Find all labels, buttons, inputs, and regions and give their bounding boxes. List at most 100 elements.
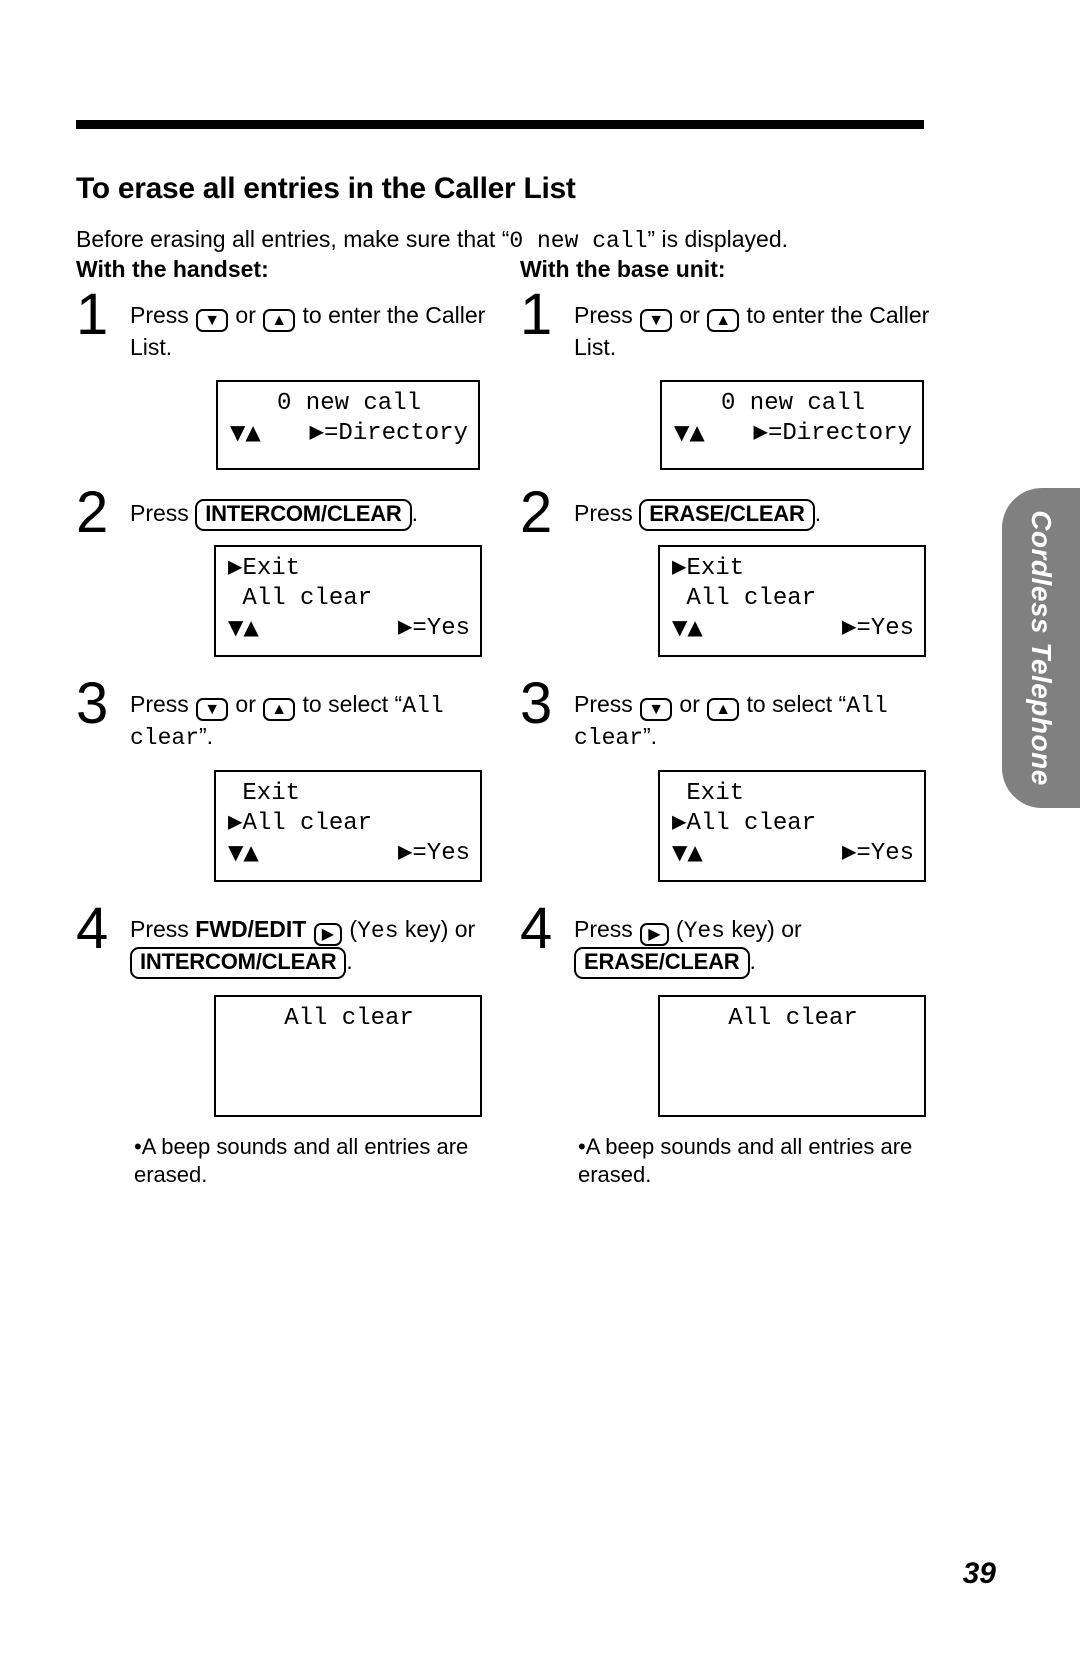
up-arrow-key-icon[interactable]: ▲	[707, 697, 740, 721]
step-instruction: Press ▼ or ▲ to enter the Caller List.	[574, 298, 960, 362]
lcd-softkey-label: ▶=Yes	[841, 839, 914, 867]
intercom-clear-key-button[interactable]: INTERCOM/CLEAR	[195, 499, 412, 531]
step-number: 3	[76, 670, 109, 736]
lcd-line: Exit	[228, 779, 301, 807]
intro-text: Before erasing all entries, make sure th…	[76, 226, 956, 254]
column-heading-base-unit: With the base unit:	[520, 256, 726, 282]
step-number: 4	[76, 895, 109, 961]
lcd-display-base-3: Exit ▶All clear ▼▲ ▶=Yes	[658, 769, 926, 882]
step-base-2: 2 Press ERASE/CLEAR. ▶Exit All clear ▼▲ ▶…	[520, 484, 960, 657]
lcd-line: 0 new call	[276, 390, 422, 418]
column-heading-handset: With the handset:	[76, 256, 269, 282]
instruction-text: .	[411, 500, 418, 527]
step-number: 2	[76, 480, 109, 546]
page-number: 39	[962, 1557, 996, 1590]
step-instruction: Press ▼ or ▲ to select “All clear”.	[574, 687, 960, 754]
lcd-updown-indicator: ▼▲	[674, 420, 705, 445]
right-arrow-key-icon[interactable]: ▶	[640, 922, 669, 946]
fwd-edit-label: FWD/EDIT	[195, 915, 307, 942]
step-handset-3: 3 Press ▼ or ▲ to select “All clear”. Ex…	[76, 674, 516, 882]
step-instruction: Press ▼ or ▲ to select “All clear”.	[130, 687, 516, 754]
lcd-updown-indicator: ▼▲	[228, 839, 259, 864]
instruction-text: Press	[130, 915, 196, 942]
lcd-line: Exit	[672, 779, 745, 807]
step-handset-4: 4 Press FWD/EDIT ▶ (Yes key) or INTERCOM…	[76, 899, 516, 1190]
step-number: 3	[520, 670, 553, 736]
lcd-line: ▼▲ ▶=Yes	[672, 615, 914, 645]
step-handset-2: 2 Press INTERCOM/CLEAR. ▶Exit All clear …	[76, 484, 516, 657]
instruction-text: Press	[574, 500, 640, 527]
column-handset: With the handset: 1 Press ▼ or ▲ to ente…	[76, 256, 516, 1190]
intercom-clear-key-button[interactable]: INTERCOM/CLEAR	[130, 947, 347, 979]
intro-after: ” is displayed.	[647, 226, 789, 252]
header-rule	[76, 120, 924, 129]
page-title: To erase all entries in the Caller List	[76, 172, 576, 206]
lcd-softkey-label: ▶=Yes	[397, 839, 470, 867]
instruction-text: .	[814, 500, 822, 527]
lcd-line: ▼▲ ▶=Yes	[672, 840, 914, 870]
step-instruction: Press ERASE/CLEAR.	[574, 496, 960, 531]
step-number: 4	[520, 895, 553, 961]
lcd-line: All clear	[228, 584, 373, 612]
lcd-line: ▼▲ ▶=Directory	[230, 420, 468, 450]
step-base-1: 1 Press ▼ or ▲ to enter the Caller List.…	[520, 286, 960, 471]
lcd-display-handset-3: Exit ▶All clear ▼▲ ▶=Yes	[214, 769, 482, 882]
up-arrow-key-icon[interactable]: ▲	[263, 697, 296, 721]
down-arrow-key-icon[interactable]: ▼	[640, 697, 673, 721]
right-arrow-key-icon[interactable]: ▶	[313, 922, 343, 946]
step-number: 1	[76, 282, 109, 347]
instruction-text: Press	[130, 500, 196, 527]
section-side-tab: Cordless Telephone	[1002, 488, 1080, 808]
step-base-3: 3 Press ▼ or ▲ to select “All clear”. Ex…	[520, 674, 960, 882]
instruction-display-text: Yes	[683, 917, 725, 944]
bullet-icon: •	[134, 1133, 142, 1159]
step-base-4: 4 Press ▶ (Yes key) or ERASE/CLEAR. All …	[520, 899, 960, 1190]
up-triangle-icon: ▲	[715, 312, 732, 329]
right-triangle-icon: ▶	[648, 925, 661, 943]
note-text: A beep sounds and all entries are erased…	[134, 1133, 469, 1188]
column-base-unit: With the base unit: 1 Press ▼ or ▲ to en…	[520, 256, 960, 1190]
lcd-line: ▼▲ ▶=Yes	[228, 840, 470, 870]
erase-clear-key-button[interactable]: ERASE/CLEAR	[639, 499, 815, 531]
up-triangle-icon: ▲	[271, 312, 288, 329]
lcd-display-base-1: 0 new call ▼▲ ▶=Directory	[660, 380, 924, 471]
instruction-text: to select “	[740, 690, 847, 717]
up-triangle-icon: ▲	[271, 700, 288, 718]
step-number: 1	[520, 282, 553, 347]
intro-display-text: 0 new call	[509, 228, 648, 254]
instruction-text: or	[673, 302, 707, 328]
instruction-text: (	[343, 915, 358, 942]
instruction-text: ”.	[199, 723, 214, 750]
lcd-line: ▼▲ ▶=Directory	[674, 420, 912, 450]
up-arrow-key-icon[interactable]: ▲	[707, 309, 740, 332]
down-arrow-key-icon[interactable]: ▼	[640, 309, 673, 332]
instruction-text: .	[749, 948, 756, 975]
right-triangle-icon: ▶	[321, 925, 335, 943]
instruction-text: or	[673, 690, 707, 717]
step-instruction: Press ▼ or ▲ to enter the Caller List.	[130, 298, 516, 362]
down-triangle-icon: ▼	[204, 312, 221, 329]
step-instruction: Press ▶ (Yes key) or ERASE/CLEAR.	[574, 912, 960, 979]
up-arrow-key-icon[interactable]: ▲	[263, 309, 296, 332]
lcd-display-handset-1: 0 new call ▼▲ ▶=Directory	[216, 380, 480, 471]
instruction-text: ”.	[643, 723, 658, 750]
up-triangle-icon: ▲	[715, 700, 732, 718]
step-instruction: Press FWD/EDIT ▶ (Yes key) or INTERCOM/C…	[130, 912, 516, 979]
lcd-updown-indicator: ▼▲	[672, 839, 703, 864]
erase-clear-key-button[interactable]: ERASE/CLEAR	[574, 947, 750, 979]
lcd-line: All clear	[672, 584, 817, 612]
lcd-line-selected: ▶All clear	[672, 809, 817, 837]
bullet-icon: •	[578, 1133, 586, 1159]
down-arrow-key-icon[interactable]: ▼	[196, 309, 229, 332]
down-triangle-icon: ▼	[648, 312, 665, 329]
lcd-display-handset-2: ▶Exit All clear ▼▲ ▶=Yes	[214, 544, 482, 657]
section-side-tab-label: Cordless Telephone	[1026, 510, 1057, 786]
lcd-updown-indicator: ▼▲	[228, 614, 259, 639]
step-number: 2	[520, 480, 553, 546]
down-triangle-icon: ▼	[204, 700, 221, 718]
lcd-display-handset-4: All clear	[214, 994, 482, 1117]
down-arrow-key-icon[interactable]: ▼	[196, 697, 229, 721]
step-note-base: •A beep sounds and all entries are erase…	[578, 1133, 938, 1190]
lcd-display-base-4: All clear	[658, 994, 926, 1117]
note-text: A beep sounds and all entries are erased…	[578, 1133, 913, 1188]
